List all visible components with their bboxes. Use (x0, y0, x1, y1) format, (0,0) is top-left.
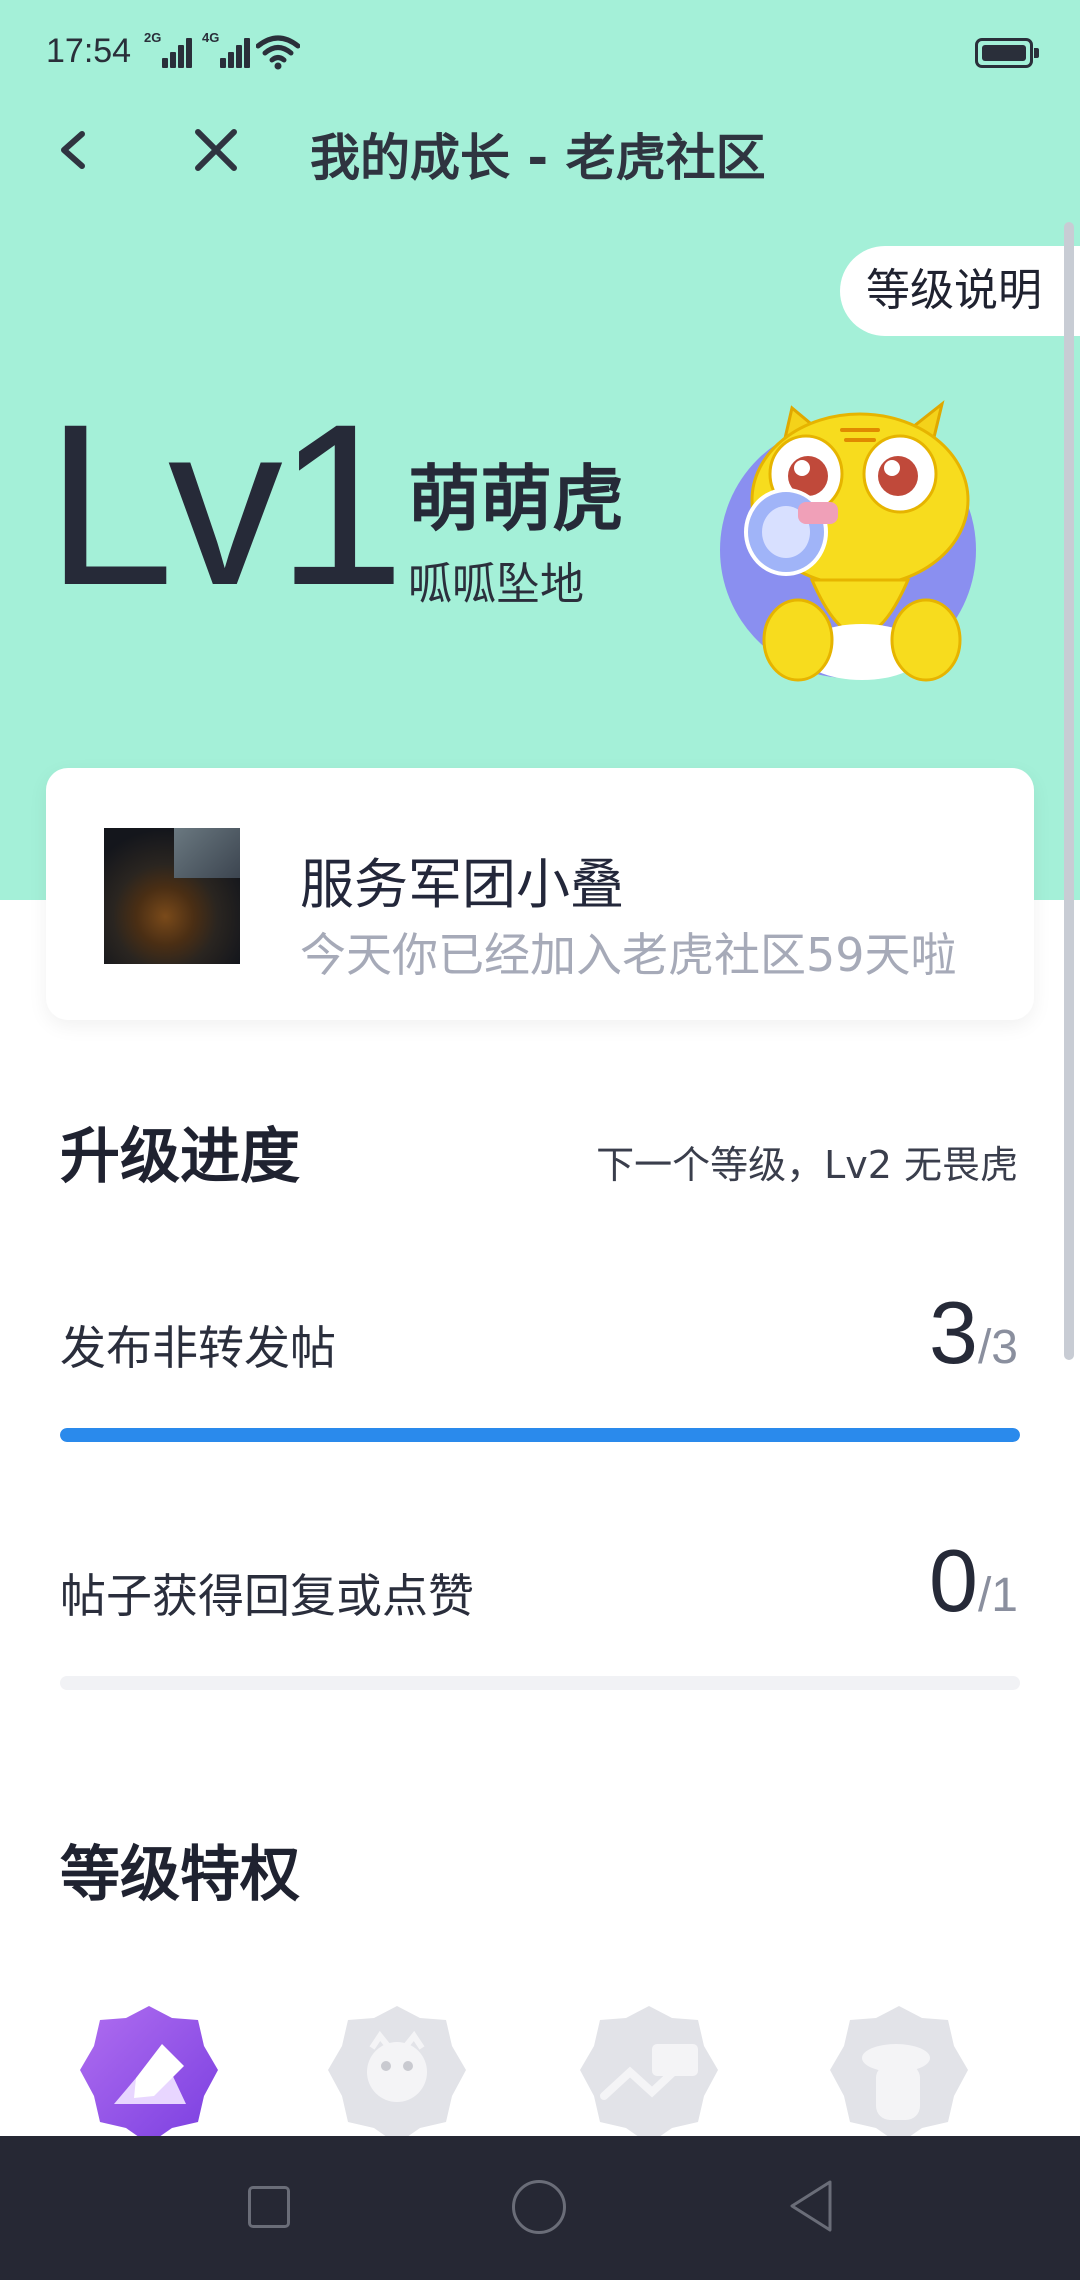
back-arrow-icon[interactable] (50, 120, 100, 180)
task-count: 3/3 (929, 1282, 1018, 1384)
join-days-message: 今天你已经加入老虎社区59天啦 (300, 928, 957, 982)
next-level-label: 下一个等级，Lv2 无畏虎 (596, 1143, 1018, 1187)
scrollbar[interactable] (1064, 222, 1074, 1360)
close-icon[interactable] (188, 120, 244, 180)
task-count-current: 3 (929, 1283, 978, 1382)
privileges-title: 等级特权 (60, 1840, 300, 1910)
upgrade-progress-title: 升级进度 (60, 1122, 300, 1192)
sim1-network-label: 2G (144, 30, 162, 45)
task-label: 发布非转发帖 (60, 1321, 336, 1375)
tiger-mascot-icon (720, 400, 976, 682)
level-code: Lv1 (46, 376, 405, 633)
wifi-icon (256, 35, 300, 70)
profile-name: 服务军团小叠 (300, 853, 624, 916)
page-title: 我的成长 - 老虎社区 (310, 129, 766, 187)
level-explain-button[interactable]: 等级说明 (840, 246, 1080, 336)
system-nav-bar (0, 2136, 1080, 2280)
task-label: 帖子获得回复或点赞 (60, 1569, 474, 1623)
progress-bar-fill (60, 1428, 1020, 1442)
status-bar: 17:54 2G 4G (0, 0, 1080, 110)
tiger-hat-badge-icon[interactable] (824, 2000, 974, 2150)
task-count: 0/1 (929, 1530, 1018, 1632)
home-icon[interactable] (512, 2180, 566, 2234)
level-name: 萌萌虎 (408, 457, 625, 541)
task-count-total: /3 (977, 1321, 1018, 1374)
trend-chart-badge-icon[interactable] (574, 2000, 724, 2150)
profile-card: 服务军团小叠 今天你已经加入老虎社区59天啦 (46, 768, 1034, 1020)
task-count-current: 0 (929, 1531, 978, 1630)
task-count-total: /1 (977, 1569, 1018, 1622)
back-triangle-icon[interactable] (786, 2178, 836, 2234)
progress-bar-track (60, 1676, 1020, 1690)
avatar[interactable] (104, 828, 240, 964)
progress-bar-track (60, 1428, 1020, 1442)
level-subtitle: 呱呱坠地 (408, 559, 584, 610)
recent-apps-icon[interactable] (248, 2186, 290, 2228)
tiger-avatar-badge-icon[interactable] (322, 2000, 472, 2150)
status-time: 17:54 (46, 32, 132, 70)
post-edit-badge-icon[interactable] (74, 2000, 224, 2150)
sim2-network-label: 4G (202, 30, 220, 45)
battery-icon (975, 38, 1039, 68)
